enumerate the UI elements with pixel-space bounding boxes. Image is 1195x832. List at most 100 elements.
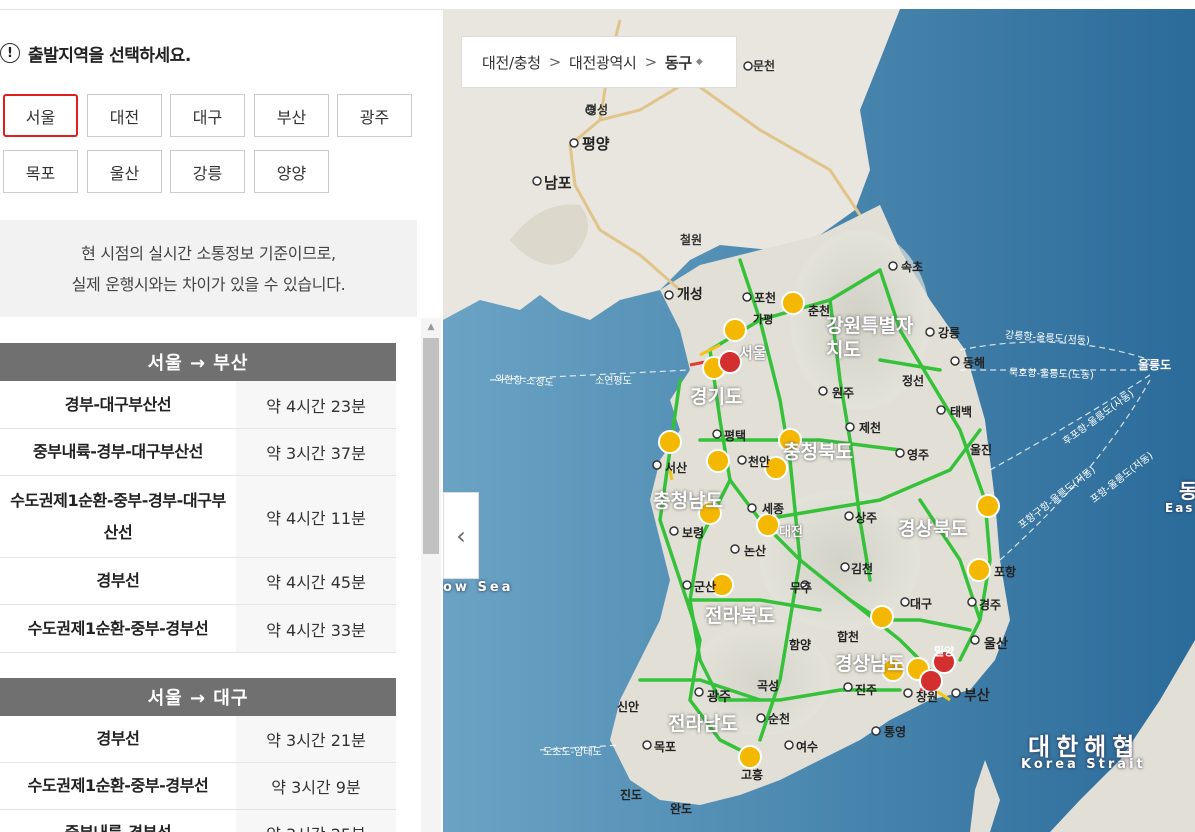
city-button-yangyang[interactable]: 양양 bbox=[254, 150, 329, 193]
city-button-seoul[interactable]: 서울 bbox=[3, 94, 78, 137]
top-divider bbox=[0, 9, 443, 10]
route-time: 약 4시간 33분 bbox=[236, 605, 396, 652]
route-time: 약 4시간 11분 bbox=[236, 476, 396, 557]
notice-line-1: 현 시점의 실시간 소통정보 기준이므로, bbox=[81, 243, 336, 263]
map-labels: 평성 평양 남포 문천 철원 개성 포천 춘천 가평 속초 강릉 동해 서울 원… bbox=[443, 9, 1195, 832]
map-city-label: 순천 bbox=[768, 712, 791, 726]
ferry-line-label: 소연평도 bbox=[595, 376, 632, 387]
route-name: 경부선 bbox=[0, 716, 236, 762]
sea-label: Eas bbox=[1165, 501, 1195, 515]
map-city-label: 동해 bbox=[963, 356, 986, 370]
map-city-label: 합천 bbox=[837, 630, 860, 644]
route-time: 약 3시간 9분 bbox=[236, 763, 396, 809]
route-time: 약 3시간 21분 bbox=[236, 716, 396, 762]
route-row[interactable]: 중부내륙-경부선 약 3시간 25분 bbox=[0, 810, 396, 832]
map-province-label: 충청남도 bbox=[653, 490, 723, 512]
breadcrumb-district[interactable]: 동구 bbox=[665, 52, 692, 73]
route-row[interactable]: 수도권제1순환-중부-경부선 약 3시간 9분 bbox=[0, 763, 396, 810]
city-button-daejeon[interactable]: 대전 bbox=[87, 94, 162, 137]
map-province-label: 전라북도 bbox=[705, 605, 775, 627]
region-breadcrumb[interactable]: 대전/충청 > 대전광역시 > 동구 ◆ bbox=[461, 36, 737, 88]
left-panel: ! 출발지역을 선택하세요. 서울 대전 대구 부산 광주 목포 울산 강릉 양… bbox=[0, 0, 443, 832]
route-name: 수도권제1순환-중부-경부선 bbox=[0, 605, 236, 652]
scrollbar[interactable]: ▲ bbox=[421, 318, 441, 832]
route-row[interactable]: 수도권제1순환-중부-경부-대구부산선 약 4시간 11분 bbox=[0, 476, 396, 558]
city-button-mokpo[interactable]: 목포 bbox=[3, 150, 78, 193]
map-city-label: 서울 bbox=[739, 344, 767, 362]
traffic-notice: 현 시점의 실시간 소통정보 기준이므로, 실제 운행시와는 차이가 있을 수 … bbox=[0, 220, 417, 317]
map-province-label: 전라남도 bbox=[668, 713, 738, 735]
departure-prompt: ! 출발지역을 선택하세요. bbox=[0, 40, 191, 66]
map-city-label: 평성 bbox=[586, 103, 609, 117]
map-city-label: 목포 bbox=[654, 740, 677, 754]
ferry-line-label: 외한항-소청도 bbox=[494, 373, 554, 390]
map-province-label: 경상북도 bbox=[898, 518, 968, 540]
map-city-label: 함양 bbox=[789, 638, 812, 652]
map-city-label: 제천 bbox=[859, 421, 882, 435]
route-row[interactable]: 경부선 약 3시간 21분 bbox=[0, 716, 396, 763]
breadcrumb-region[interactable]: 대전/충청 bbox=[482, 52, 541, 73]
route-row[interactable]: 수도권제1순환-중부-경부선 약 4시간 33분 bbox=[0, 605, 396, 653]
map-city-label: 서산 bbox=[665, 461, 688, 475]
map-city-label: 경주 bbox=[979, 598, 1002, 612]
map-province-label: 경상남도 bbox=[835, 653, 905, 675]
map-city-label: 신안 bbox=[617, 700, 640, 714]
scroll-thumb[interactable] bbox=[423, 338, 439, 554]
collapse-panel-button[interactable]: ‹ bbox=[443, 492, 479, 579]
sea-label: 동 bbox=[1179, 479, 1195, 503]
route-name: 수도권제1순환-중부-경부-대구부산선 bbox=[0, 476, 236, 557]
map-city-label: 부산 bbox=[964, 688, 990, 704]
route-name: 수도권제1순환-중부-경부선 bbox=[0, 763, 236, 809]
map-city-label: 천안 bbox=[748, 455, 771, 469]
map-province-label: 경기도 bbox=[690, 386, 743, 408]
city-button-gangneung[interactable]: 강릉 bbox=[170, 150, 245, 193]
exclamation-icon: ! bbox=[0, 43, 20, 63]
map-city-label: 진도 bbox=[620, 788, 643, 802]
breadcrumb-city[interactable]: 대전광역시 bbox=[569, 52, 637, 73]
sea-label: ow Sea bbox=[443, 580, 514, 595]
city-button-daegu[interactable]: 대구 bbox=[170, 94, 245, 137]
route-header: 서울 → 대구 bbox=[0, 678, 396, 716]
map-city-label: 무주 bbox=[790, 581, 813, 595]
prompt-text: 출발지역을 선택하세요. bbox=[28, 45, 191, 66]
map-city-label: 대구 bbox=[910, 597, 933, 611]
breadcrumb-separator-icon: > bbox=[644, 53, 658, 71]
map-city-label: 곡성 bbox=[757, 679, 780, 693]
city-button-ulsan[interactable]: 울산 bbox=[87, 150, 162, 193]
map-city-label: 울진 bbox=[970, 443, 993, 457]
map-city-label: 영주 bbox=[907, 448, 930, 462]
map-city-label: 남포 bbox=[544, 174, 572, 192]
route-row[interactable]: 중부내륙-경부-대구부산선 약 3시간 37분 bbox=[0, 429, 396, 476]
map-city-label: 개성 bbox=[677, 287, 703, 303]
ferry-line-label: 포항구항-울릉도(저동) bbox=[1016, 464, 1098, 532]
map-city-label: 통영 bbox=[884, 725, 907, 739]
route-time: 약 3시간 37분 bbox=[236, 429, 396, 475]
dropdown-arrow-icon[interactable]: ◆ bbox=[696, 57, 703, 67]
route-name: 경부-대구부산선 bbox=[0, 381, 236, 428]
map-city-label: 상주 bbox=[855, 511, 878, 525]
map-province-label: 강원특별자치도 bbox=[826, 315, 914, 361]
route-row[interactable]: 경부-대구부산선 약 4시간 23분 bbox=[0, 381, 396, 429]
chevron-left-icon: ‹ bbox=[456, 521, 466, 550]
route-name: 중부내륙-경부선 bbox=[0, 810, 236, 832]
city-button-gwangju[interactable]: 광주 bbox=[337, 94, 412, 137]
map-city-label: 밀양 bbox=[934, 645, 955, 658]
traffic-map[interactable]: 평성 평양 남포 문천 철원 개성 포천 춘천 가평 속초 강릉 동해 서울 원… bbox=[443, 9, 1195, 832]
map-city-label: 포천 bbox=[754, 291, 777, 305]
map-city-label: 완도 bbox=[670, 802, 693, 816]
ferry-line-label: 강릉항-울릉도(저동) bbox=[1004, 330, 1091, 347]
map-city-label: 여수 bbox=[796, 740, 819, 754]
city-button-busan[interactable]: 부산 bbox=[254, 94, 329, 137]
map-city-label: 창원 bbox=[916, 690, 939, 704]
route-time: 약 3시간 25분 bbox=[236, 810, 396, 832]
route-header: 서울 → 부산 bbox=[0, 343, 396, 381]
map-city-label: 가평 bbox=[753, 313, 774, 326]
map-city-label: 울산 bbox=[984, 637, 1008, 652]
route-row[interactable]: 경부선 약 4시간 45분 bbox=[0, 558, 396, 605]
breadcrumb-separator-icon: > bbox=[548, 53, 562, 71]
map-city-label: 세종 bbox=[762, 502, 785, 516]
map-city-label: 논산 bbox=[744, 544, 767, 558]
route-name: 경부선 bbox=[0, 558, 236, 604]
scroll-up-arrow-icon[interactable]: ▲ bbox=[421, 318, 441, 336]
map-city-label: 포항 bbox=[994, 565, 1017, 579]
